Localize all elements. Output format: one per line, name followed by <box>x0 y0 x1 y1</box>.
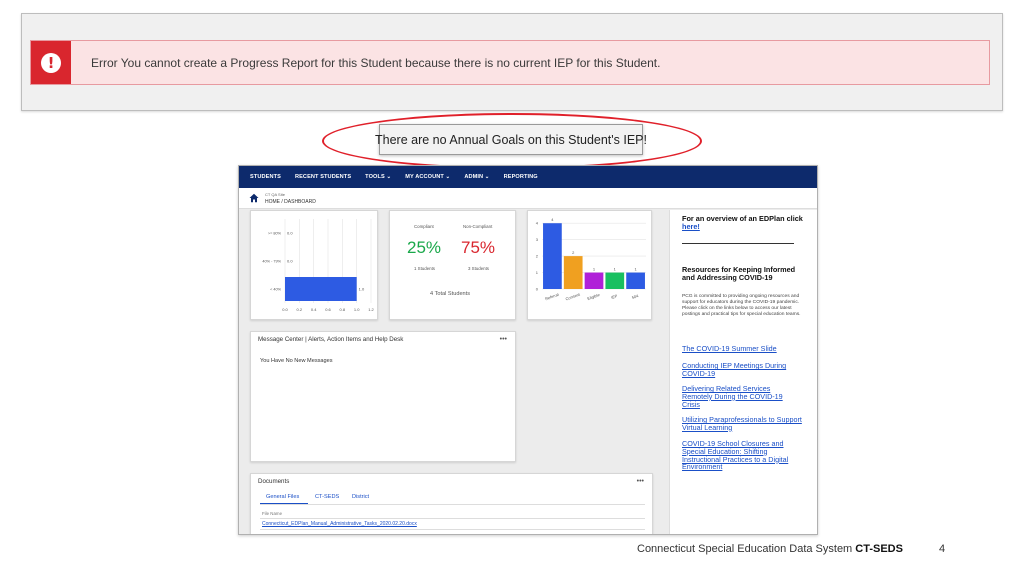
y-tick-label: 1 <box>536 270 539 275</box>
tab-divider <box>260 504 645 505</box>
header-divider <box>260 518 645 519</box>
exclamation-circle-icon: ! <box>41 52 61 73</box>
category-label: 40% - 79% <box>262 260 281 264</box>
nav-recent-students[interactable]: RECENT STUDENTS <box>295 174 351 180</box>
value-label: 2 <box>572 250 575 255</box>
tab-ct-seds[interactable]: CT-SEDS <box>315 494 339 500</box>
compliant-label: Compliant <box>414 224 434 229</box>
nav-reporting[interactable]: REPORTING <box>504 174 538 180</box>
nav-students[interactable]: STUDENTS <box>250 174 281 180</box>
file-link[interactable]: Connecticut_EDPlan_Manual_Administrative… <box>262 521 417 527</box>
category-label: >= 80% <box>268 232 282 236</box>
noncompliant-label: Non-Compliant <box>463 224 493 229</box>
message-center-card: Message Center | Alerts, Action Items an… <box>250 331 516 462</box>
tab-district[interactable]: District <box>352 494 369 500</box>
y-tick-label: 3 <box>536 237 539 242</box>
site-label: CT QA Site <box>265 192 285 197</box>
row-divider <box>260 529 645 530</box>
page-number: 4 <box>939 543 946 555</box>
bar <box>285 277 357 301</box>
overview-link[interactable]: here! <box>682 222 700 231</box>
bar <box>626 272 645 289</box>
bar <box>605 272 625 289</box>
x-tick-label: 0.0 <box>282 307 288 312</box>
x-tick-label: 0.6 <box>325 307 331 312</box>
documents-menu-icon[interactable]: ••• <box>637 478 644 485</box>
resources-body: PCG is committed to providing ongoing re… <box>682 294 801 317</box>
link-paraprofessionals[interactable]: Utilizing Paraprofessionals to Support V… <box>682 416 802 432</box>
progress-bar-chart: 0.0 0.2 0.4 0.6 0.8 1.0 1.2 >= 80% 0.0 40% - 79% 0… <box>262 219 375 312</box>
file-name-header: File Name <box>262 511 283 516</box>
nav-tools[interactable]: TOOLS ⌄ <box>365 174 391 180</box>
breadcrumb-bar: CT QA Site HOME / DASHBOARD <box>239 188 817 209</box>
compliant-count: 1 Students <box>414 266 435 271</box>
resources-heading: Resources for Keeping Informed and Addre… <box>682 265 796 282</box>
app-screenshot: STUDENTS RECENT STUDENTS TOOLS ⌄ MY ACCO… <box>238 165 818 535</box>
side-divider <box>682 243 794 244</box>
link-iep-meetings[interactable]: Conducting IEP Meetings During COVID-19 <box>682 362 802 378</box>
referral-bar-chart: 0 1 2 3 4 4 Referral 2 Consent 1 Eligible 1 IEP 1 504 <box>536 217 646 302</box>
home-icon[interactable] <box>249 193 259 203</box>
y-tick-label: 4 <box>536 221 539 226</box>
noncompliant-count: 3 Students <box>468 266 489 271</box>
y-tick-label: 2 <box>536 254 539 259</box>
footer-text: Connecticut Special Education Data Syste… <box>637 543 903 555</box>
x-tick-label: 0.8 <box>340 307 346 312</box>
compliance-card: Compliant Non-Compliant 25% 75% 1 Studen… <box>389 210 516 320</box>
no-messages-text: You Have No New Messages <box>260 358 333 364</box>
total-students: 4 Total Students <box>430 291 471 297</box>
bar <box>563 256 583 289</box>
y-tick-label: 0 <box>536 287 539 292</box>
slide: ! Error You cannot create a Progress Rep… <box>0 0 1024 576</box>
value-label: 1 <box>593 267 596 272</box>
value-label: 4 <box>551 217 554 222</box>
documents-title: Documents <box>258 478 290 485</box>
category-label: Eligible <box>587 292 602 301</box>
nav-admin[interactable]: ADMIN ⌄ <box>464 174 489 180</box>
x-tick-label: 1.0 <box>354 307 360 312</box>
x-tick-label: 1.2 <box>368 307 374 312</box>
category-label: Consent <box>565 291 582 301</box>
category-label: Referral <box>544 292 559 302</box>
message-center-menu-icon[interactable]: ••• <box>500 336 507 343</box>
tab-general-files[interactable]: General Files <box>266 494 299 500</box>
noncompliant-percent: 75% <box>461 238 496 257</box>
value-label: 0.0 <box>287 231 293 236</box>
documents-card: Documents ••• General Files CT-SEDS Dist… <box>250 473 653 534</box>
overview-text: For an overview of an EDPlan click here! <box>682 214 803 231</box>
link-school-closures[interactable]: COVID-19 School Closures and Special Edu… <box>682 440 802 471</box>
value-label: 1 <box>634 267 637 272</box>
breadcrumb[interactable]: HOME / DASHBOARD <box>265 199 316 205</box>
message-center-title: Message Center | Alerts, Action Items an… <box>258 336 404 343</box>
link-summer-slide[interactable]: The COVID-19 Summer Slide <box>682 345 802 353</box>
referral-bar-chart-card: 0 1 2 3 4 4 Referral 2 Consent 1 Eligible 1 IEP 1 504 <box>527 210 652 320</box>
error-icon-box: ! <box>31 41 71 84</box>
bar <box>584 272 604 289</box>
nav-my-account[interactable]: MY ACCOUNT ⌄ <box>405 174 450 180</box>
link-related-services[interactable]: Delivering Related Services Remotely Dur… <box>682 385 802 409</box>
value-label: 1 <box>614 267 617 272</box>
error-alert: ! Error You cannot create a Progress Rep… <box>30 40 990 85</box>
category-label: 504 <box>631 293 640 300</box>
compliant-percent: 25% <box>407 238 442 257</box>
category-label: < 40% <box>270 288 281 292</box>
value-label: 0.0 <box>287 259 293 264</box>
progress-bar-chart-card: 0.0 0.2 0.4 0.6 0.8 1.0 1.2 >= 80% 0.0 40% - 79% 0… <box>250 210 378 320</box>
resources-side-panel: For an overview of an EDPlan click here!… <box>669 210 817 534</box>
error-message: Error You cannot create a Progress Repor… <box>91 55 661 70</box>
footer-brand: CT-SEDS <box>855 543 903 555</box>
top-navbar: STUDENTS RECENT STUDENTS TOOLS ⌄ MY ACCO… <box>239 166 817 188</box>
value-label: 1.0 <box>359 287 365 292</box>
bar <box>543 223 562 289</box>
annual-goals-alert: There are no Annual Goals on this Studen… <box>375 124 647 155</box>
x-tick-label: 0.2 <box>297 307 303 312</box>
error-panel: ! Error You cannot create a Progress Rep… <box>21 13 1003 111</box>
category-label: IEP <box>610 293 618 300</box>
x-tick-label: 0.4 <box>311 307 317 312</box>
